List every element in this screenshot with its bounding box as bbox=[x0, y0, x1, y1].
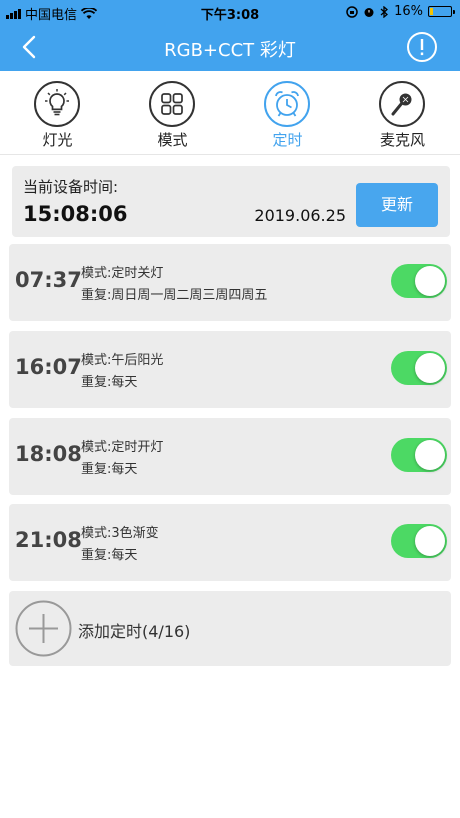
toggle-knob bbox=[415, 353, 445, 383]
tab-label: 灯光 bbox=[42, 131, 73, 149]
timer-time: 16:07 bbox=[15, 355, 82, 379]
status-right: 16% bbox=[346, 4, 455, 19]
timer-toggle[interactable] bbox=[391, 524, 447, 558]
timer-repeat: 重复:每天 bbox=[81, 548, 138, 563]
timer-toggle[interactable] bbox=[391, 438, 447, 472]
toggle-knob bbox=[415, 526, 445, 556]
battery-level bbox=[430, 8, 434, 15]
app-header: 中国电信 下午3:08 16% RGB+CCT 彩灯 bbox=[0, 0, 460, 71]
bluetooth-icon bbox=[380, 5, 389, 18]
timer-repeat: 重复:周日周一周二周三周四周五 bbox=[81, 288, 268, 303]
device-time-label: 当前设备时间: bbox=[23, 178, 119, 196]
timer-item[interactable]: 16:07 模式:午后阳光 重复:每天 bbox=[9, 331, 451, 408]
device-time-card: 当前设备时间: 15:08:06 2019.06.25 更新 bbox=[12, 166, 450, 237]
timer-mode: 模式:3色渐变 bbox=[81, 526, 159, 541]
tab-mode[interactable]: 模式 bbox=[115, 71, 230, 155]
timer-time: 07:37 bbox=[15, 268, 82, 292]
info-icon[interactable] bbox=[406, 31, 438, 63]
status-bar: 中国电信 下午3:08 16% bbox=[0, 0, 460, 24]
tab-timer[interactable]: 定时 bbox=[230, 71, 345, 155]
tab-label: 定时 bbox=[272, 131, 303, 149]
timer-mode: 模式:午后阳光 bbox=[81, 353, 164, 368]
battery-percent: 16% bbox=[394, 4, 423, 19]
timer-toggle[interactable] bbox=[391, 264, 447, 298]
update-button[interactable]: 更新 bbox=[356, 183, 438, 227]
plus-circle-icon bbox=[15, 600, 72, 657]
timer-item[interactable]: 21:08 模式:3色渐变 重复:每天 bbox=[9, 504, 451, 581]
add-timer-button[interactable]: 添加定时(4/16) bbox=[9, 591, 451, 666]
battery-icon bbox=[428, 6, 455, 17]
timer-time: 21:08 bbox=[15, 528, 82, 552]
add-timer-label: 添加定时(4/16) bbox=[78, 622, 191, 641]
device-date: 2019.06.25 bbox=[254, 206, 346, 225]
orientation-lock-icon bbox=[346, 5, 358, 18]
timer-time: 18:08 bbox=[15, 442, 82, 466]
timer-repeat: 重复:每天 bbox=[81, 375, 138, 390]
timer-item[interactable]: 07:37 模式:定时关灯 重复:周日周一周二周三周四周五 bbox=[9, 244, 451, 321]
toggle-knob bbox=[415, 266, 445, 296]
tab-bar: 灯光 模式 定时 麦克风 bbox=[0, 71, 460, 225]
timer-mode: 模式:定时开灯 bbox=[81, 440, 164, 455]
tab-label: 麦克风 bbox=[379, 131, 425, 149]
bulb-icon bbox=[34, 81, 80, 127]
page-title: RGB+CCT 彩灯 bbox=[164, 40, 296, 61]
microphone-icon bbox=[379, 81, 425, 127]
toggle-knob bbox=[415, 440, 445, 470]
timer-mode: 模式:定时关灯 bbox=[81, 266, 164, 281]
tab-label: 模式 bbox=[157, 131, 188, 149]
device-time: 15:08:06 bbox=[23, 202, 128, 226]
timer-item[interactable]: 18:08 模式:定时开灯 重复:每天 bbox=[9, 418, 451, 495]
alarm-clock-icon bbox=[264, 81, 310, 127]
tab-microphone[interactable]: 麦克风 bbox=[345, 71, 460, 155]
alarm-icon bbox=[364, 7, 374, 17]
tab-light[interactable]: 灯光 bbox=[0, 71, 115, 155]
timer-toggle[interactable] bbox=[391, 351, 447, 385]
timer-repeat: 重复:每天 bbox=[81, 462, 138, 477]
grid-icon bbox=[149, 81, 195, 127]
